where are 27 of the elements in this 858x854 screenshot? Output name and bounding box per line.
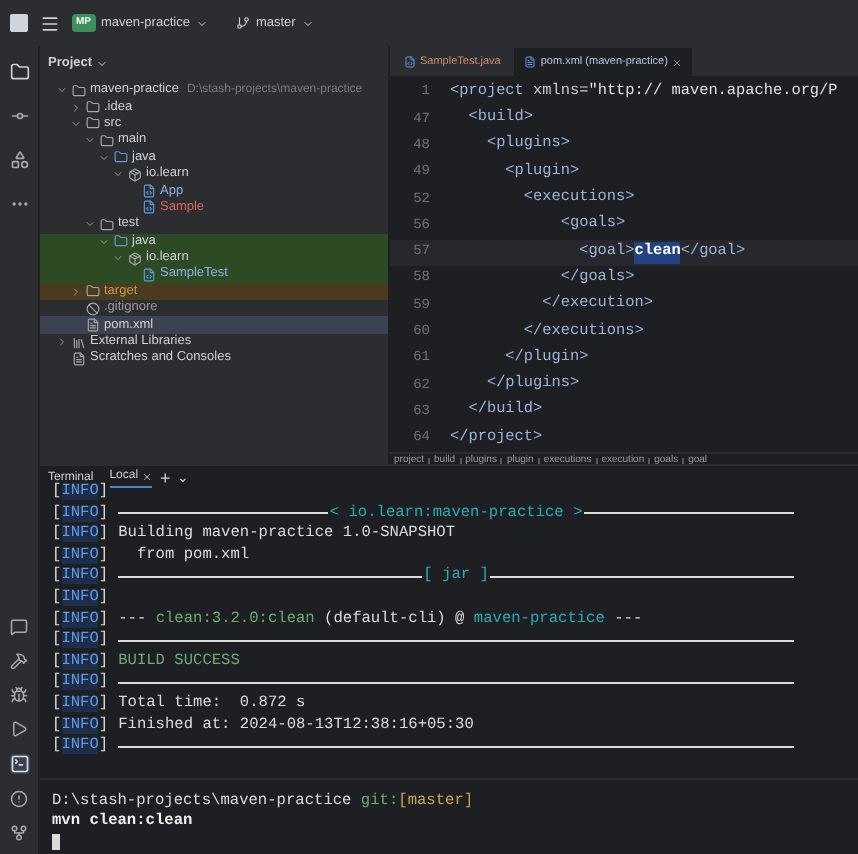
chevron-down-icon	[195, 17, 208, 29]
file-icon	[72, 351, 86, 366]
file-icon	[86, 318, 100, 333]
file-code-icon	[142, 267, 156, 282]
package-icon	[128, 251, 142, 266]
folder-icon	[86, 284, 100, 299]
library-icon	[72, 335, 86, 350]
chat-icon[interactable]	[10, 618, 28, 636]
folder-icon[interactable]	[9, 62, 29, 82]
menu-icon[interactable]	[40, 13, 60, 33]
app-logo-icon	[10, 14, 28, 32]
terminal-icon[interactable]	[9, 754, 29, 774]
ban-icon	[86, 301, 100, 316]
package-icon	[128, 167, 142, 182]
run-icon[interactable]	[10, 720, 28, 738]
hammer-icon[interactable]	[10, 652, 28, 670]
bug-icon[interactable]	[10, 686, 28, 704]
branch-icon	[235, 16, 250, 30]
chevron-down-icon[interactable]	[96, 57, 109, 69]
cursor	[52, 833, 60, 850]
file-code-icon	[404, 56, 416, 68]
alert-icon[interactable]	[10, 790, 28, 808]
structure-icon[interactable]	[9, 150, 29, 170]
add-tab-button[interactable]: +	[160, 469, 171, 487]
chevron-down-icon	[301, 17, 314, 29]
file-icon	[524, 56, 537, 68]
branch-icon[interactable]	[10, 824, 28, 842]
